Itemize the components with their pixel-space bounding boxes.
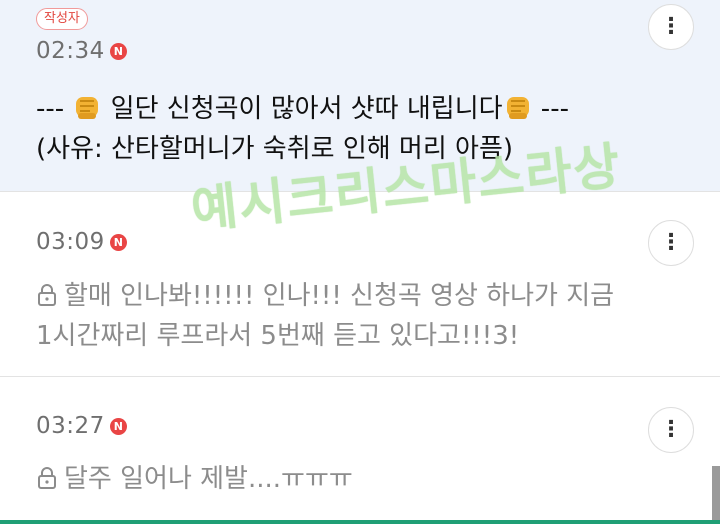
comment-text-line: 달주 일어나 제발....ㅠㅠㅠ — [36, 458, 353, 495]
comment-item: 03:27 N ⋮ 달주 일어나 제발....ㅠㅠㅠ — [0, 378, 720, 524]
comment-text-line: --- 일단 신청곡이 많아서 샷따 내립니다 --- — [36, 88, 569, 125]
fist-emoji-icon — [76, 97, 99, 119]
new-badge: N — [109, 417, 127, 435]
comment-text-line: 1시간짜리 루프라서 5번째 듣고 있다고!!!3! — [36, 321, 520, 351]
new-badge: N — [109, 42, 127, 60]
more-options-button[interactable]: ⋮ — [648, 407, 694, 453]
more-vertical-icon: ⋮ — [660, 417, 682, 442]
lock-icon — [38, 284, 56, 306]
lock-icon — [38, 467, 56, 489]
comment-meta: 02:34 N — [36, 38, 127, 64]
comment-time: 02:34 — [36, 38, 105, 64]
more-options-button[interactable]: ⋮ — [648, 220, 694, 266]
comment-meta: 03:09 N — [36, 229, 127, 255]
new-badge: N — [109, 233, 127, 251]
comment-text-line: 할매 인나봐!!!!!! 인나!!! 신청곡 영상 하나가 지금 — [36, 275, 614, 312]
comment-text: 할매 인나봐!!!!!! 인나!!! 신청곡 영상 하나가 지금 — [64, 281, 615, 311]
comment-text: 달주 일어나 제발....ㅠㅠㅠ — [64, 464, 353, 494]
comment-meta: 03:27 N — [36, 413, 127, 439]
comment-time: 03:09 — [36, 229, 105, 255]
bottom-accent-bar — [0, 520, 720, 524]
author-badge: 작성자 — [36, 8, 88, 30]
more-vertical-icon: ⋮ — [660, 14, 682, 39]
comment-text-suffix: --- — [532, 94, 569, 124]
comment-time: 03:27 — [36, 413, 105, 439]
comment-text-prefix: --- — [36, 94, 73, 124]
comment-text-main: 일단 신청곡이 많아서 샷따 내립니다 — [102, 94, 503, 124]
fist-emoji-icon — [506, 97, 529, 119]
more-options-button[interactable]: ⋮ — [648, 4, 694, 50]
scrollbar[interactable] — [712, 466, 720, 520]
more-vertical-icon: ⋮ — [660, 230, 682, 255]
